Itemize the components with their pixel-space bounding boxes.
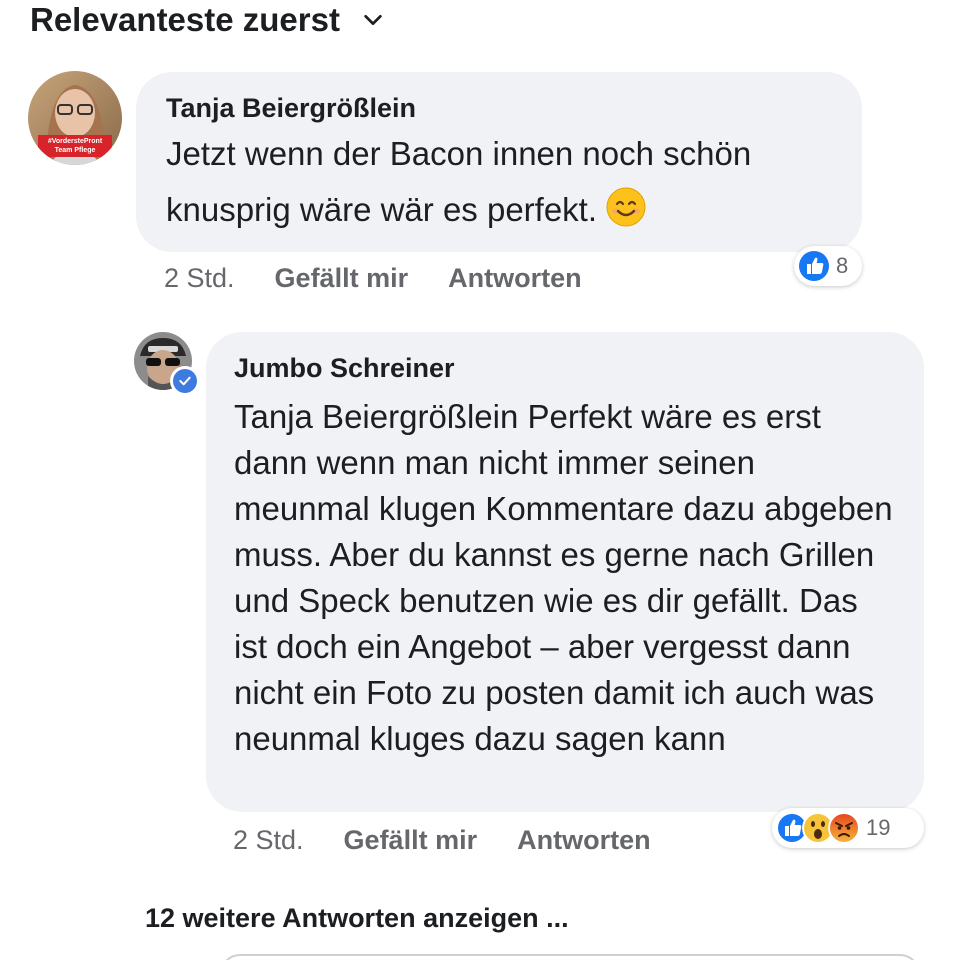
reply-button[interactable]: Antworten (517, 825, 650, 856)
like-button[interactable]: Gefällt mir (275, 263, 409, 294)
verified-badge-icon (170, 366, 200, 396)
reaction-count: 19 (866, 815, 891, 840)
comment-text: Tanja Beiergrößlein Perfekt wäre es erst… (234, 398, 893, 757)
angry-reaction-icon (828, 812, 860, 844)
comment-timestamp[interactable]: 2 Std. (233, 825, 304, 856)
reply-button[interactable]: Antworten (448, 263, 581, 294)
comment-actions: 2 Std. Gefällt mir Antworten (233, 820, 651, 860)
comment-author[interactable]: Tanja Beiergrößlein (166, 90, 832, 126)
comment-author[interactable]: Jumbo Schreiner (234, 350, 896, 386)
avatar-badge-line: #VorderstePront (47, 138, 103, 145)
comment-actions: 2 Std. Gefällt mir Antworten (164, 258, 582, 298)
reactions-summary[interactable]: 19 (772, 808, 924, 848)
like-button[interactable]: Gefällt mir (344, 825, 478, 856)
comment-bubble: Jumbo Schreiner Tanja Beiergrößlein Perf… (206, 332, 924, 812)
avatar-photo: #VorderstePront Team Pflege (28, 71, 122, 165)
chevron-down-icon (362, 1, 384, 39)
sort-dropdown[interactable]: Relevanteste zuerst (30, 0, 384, 40)
like-reaction-icon (799, 251, 829, 281)
reaction-count: 8 (836, 253, 849, 278)
comment-text-body: Jetzt wenn der Bacon innen noch schön kn… (166, 135, 752, 228)
comment-timestamp[interactable]: 2 Std. (164, 263, 235, 294)
avatar[interactable]: #VorderstePront Team Pflege (28, 71, 122, 165)
comments-page: Relevanteste zuerst #VorderstePront Team… (0, 0, 960, 960)
comment-bubble: Tanja Beiergrößlein Jetzt wenn der Bacon… (136, 72, 862, 252)
show-more-replies-link[interactable]: 12 weitere Antworten anzeigen ... (145, 898, 569, 938)
comment-text: Jetzt wenn der Bacon innen noch schön kn… (166, 126, 832, 238)
reactions-summary[interactable]: 8 (794, 246, 862, 286)
sort-label: Relevanteste zuerst (30, 1, 340, 38)
avatar[interactable] (134, 332, 200, 396)
avatar-badge-line: Team Pflege (54, 147, 96, 154)
reply-input-field[interactable] (220, 954, 920, 960)
smiling-face-emoji-icon (606, 187, 646, 227)
